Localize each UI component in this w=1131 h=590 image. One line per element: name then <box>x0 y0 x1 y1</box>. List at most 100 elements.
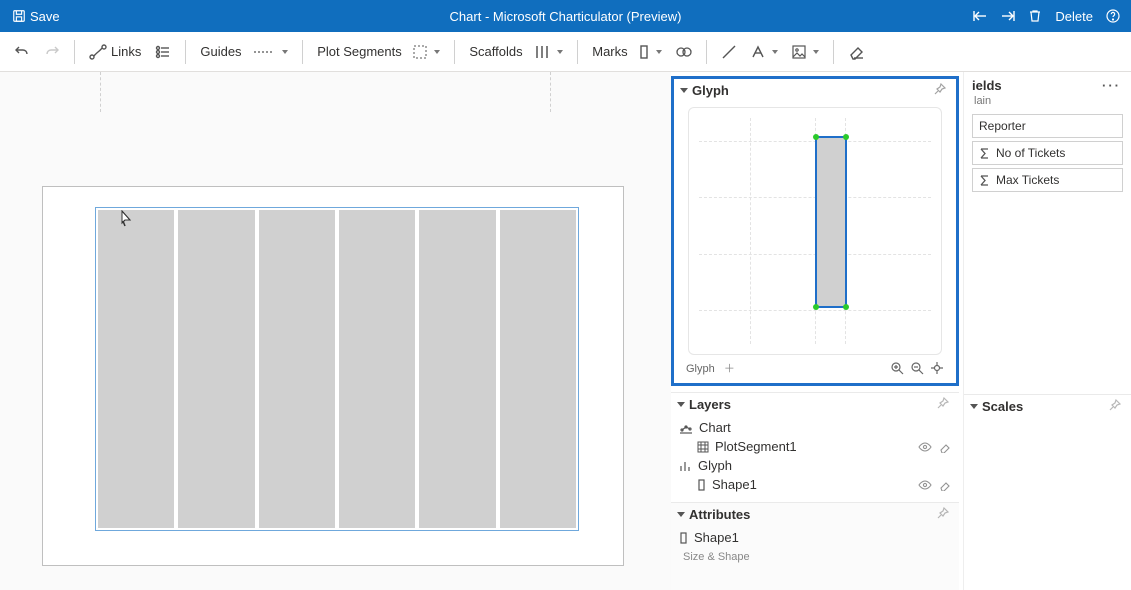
symbol-icon <box>676 45 692 59</box>
add-glyph-button[interactable]: ＋ <box>724 363 735 375</box>
help-icon[interactable] <box>1103 7 1123 25</box>
pin-icon[interactable] <box>937 397 949 412</box>
chevron-down-icon <box>282 50 288 54</box>
glyph-shape[interactable] <box>815 136 847 308</box>
layers-title: Layers <box>689 397 731 412</box>
field-label: Reporter <box>979 119 1026 133</box>
legend-icon <box>155 44 171 60</box>
guides-dropdown[interactable]: Guides <box>196 42 292 61</box>
bar[interactable] <box>419 210 495 528</box>
layer-chart[interactable]: Chart <box>679 418 951 437</box>
more-icon[interactable]: ··· <box>1102 78 1121 93</box>
sigma-icon <box>979 175 990 186</box>
fields-subtitle: lain <box>964 95 1131 111</box>
resize-handle[interactable] <box>843 304 849 310</box>
app-bar: Save Chart - Microsoft Charticulator (Pr… <box>0 0 1131 32</box>
scaffolds-label: Scaffolds <box>469 44 522 59</box>
plot-segment-selection[interactable] <box>95 207 579 531</box>
fit-icon[interactable] <box>930 361 944 375</box>
scales-header[interactable]: Scales <box>964 395 1131 418</box>
resize-handle[interactable] <box>843 134 849 140</box>
resize-handle[interactable] <box>813 134 819 140</box>
glyph-footer: Glyph ＋ <box>686 359 944 377</box>
line-mark-button[interactable] <box>717 42 741 62</box>
eraser-icon <box>848 44 866 60</box>
chart-frame[interactable] <box>42 186 624 566</box>
field-reporter[interactable]: Reporter <box>972 114 1123 138</box>
shape-node-icon <box>697 479 706 491</box>
layer-glyph-label: Glyph <box>698 458 732 473</box>
symbol-mark-button[interactable] <box>672 43 696 61</box>
bar[interactable] <box>500 210 576 528</box>
visibility-icon[interactable] <box>918 479 932 491</box>
layer-glyph[interactable]: Glyph <box>679 456 951 475</box>
bar[interactable] <box>259 210 335 528</box>
plotsegment-node-icon <box>697 441 709 453</box>
undo-button[interactable] <box>10 42 34 62</box>
bar[interactable] <box>178 210 254 528</box>
eraser-button[interactable] <box>844 42 870 62</box>
chart-node-icon <box>679 422 693 434</box>
marks-label: Marks <box>592 44 627 59</box>
scales-title: Scales <box>982 399 1023 414</box>
layers-header[interactable]: Layers <box>671 393 959 416</box>
shape-node-icon <box>679 532 688 544</box>
pin-icon[interactable] <box>937 507 949 522</box>
zoom-out-icon[interactable] <box>910 361 924 375</box>
chart-canvas[interactable] <box>0 72 671 590</box>
text-mark-dropdown[interactable] <box>747 43 782 61</box>
chevron-down-icon <box>772 50 778 54</box>
fields-header[interactable]: ields ··· <box>964 76 1131 95</box>
arrow-collapse-right-icon[interactable] <box>997 7 1019 25</box>
layer-chart-label: Chart <box>699 420 731 435</box>
trash-icon[interactable] <box>1025 7 1045 25</box>
visibility-icon[interactable] <box>918 441 932 453</box>
chevron-down-icon <box>813 50 819 54</box>
glyph-editor[interactable] <box>688 107 942 355</box>
side-panels: ields ··· lain Reporter No of Tickets Ma… <box>963 72 1131 590</box>
resize-handle[interactable] <box>813 304 819 310</box>
scaffolds-dropdown[interactable]: Scaffolds <box>465 42 567 61</box>
marks-dropdown[interactable]: Marks <box>588 42 666 61</box>
chevron-down-icon <box>557 50 563 54</box>
field-no-of-tickets[interactable]: No of Tickets <box>972 141 1123 165</box>
attributes-header[interactable]: Attributes <box>671 503 959 526</box>
sigma-icon <box>979 148 990 159</box>
legend-button[interactable] <box>151 42 175 62</box>
plot-segments-dropdown[interactable]: Plot Segments <box>313 42 444 61</box>
zoom-in-icon[interactable] <box>890 361 904 375</box>
save-button[interactable]: Save <box>8 7 64 26</box>
save-icon <box>12 9 26 23</box>
attributes-selected[interactable]: Shape1 <box>671 526 959 549</box>
bar[interactable] <box>339 210 415 528</box>
erase-icon[interactable] <box>938 441 951 453</box>
redo-button[interactable] <box>40 42 64 62</box>
field-max-tickets[interactable]: Max Tickets <box>972 168 1123 192</box>
glyph-node-icon <box>679 460 692 472</box>
scales-panel: Scales <box>964 394 1131 418</box>
layer-shape[interactable]: Shape1 <box>679 475 951 494</box>
links-button[interactable]: Links <box>85 42 145 62</box>
layers-tree: Chart PlotSegment1 <box>671 416 959 500</box>
icon-mark-dropdown[interactable] <box>788 43 823 61</box>
window-title: Chart - Microsoft Charticulator (Preview… <box>0 9 1131 24</box>
glyph-panel-header[interactable]: Glyph <box>674 79 956 102</box>
attributes-panel: Attributes Shape1 Size & Shape <box>671 502 959 590</box>
chevron-down-icon <box>677 512 685 517</box>
attributes-title: Attributes <box>689 507 750 522</box>
separator <box>833 40 834 64</box>
layer-shape-label: Shape1 <box>712 477 757 492</box>
chevron-down-icon <box>680 88 688 93</box>
delete-button[interactable]: Delete <box>1051 7 1097 26</box>
layer-plotsegment-label: PlotSegment1 <box>715 439 797 454</box>
erase-icon[interactable] <box>938 479 951 491</box>
pin-icon[interactable] <box>934 83 946 98</box>
pin-icon[interactable] <box>1109 399 1121 414</box>
fields-title: ields <box>972 78 1002 93</box>
arrow-collapse-left-icon[interactable] <box>969 7 991 25</box>
plot-region-icon <box>413 45 427 59</box>
chevron-down-icon <box>677 402 685 407</box>
bar[interactable] <box>98 210 174 528</box>
links-label: Links <box>111 44 141 59</box>
layer-plotsegment[interactable]: PlotSegment1 <box>679 437 951 456</box>
